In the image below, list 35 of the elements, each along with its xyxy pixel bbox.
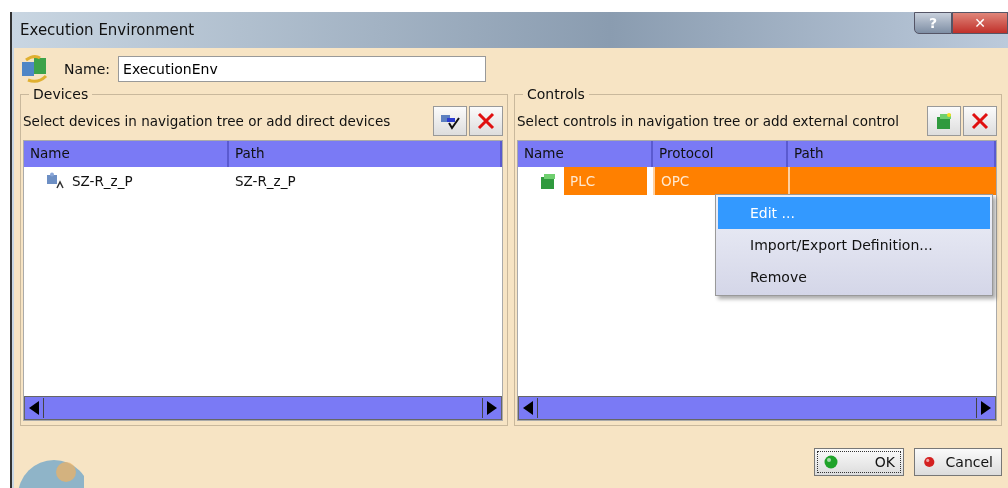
table-cell: SZ-R_z_P: [72, 173, 133, 189]
device-check-icon: [439, 112, 461, 130]
name-field[interactable]: ExecutionEnv: [118, 56, 487, 82]
delete-icon: [476, 112, 496, 130]
cancel-button[interactable]: Cancel: [914, 448, 1002, 476]
table-cell: OPC: [661, 173, 690, 189]
window-title: Execution Environment: [19, 21, 195, 39]
group-title: Devices: [32, 86, 90, 102]
group-title: Controls: [526, 86, 586, 102]
device-icon: [44, 172, 66, 190]
delete-icon: [970, 112, 990, 130]
delete-button[interactable]: [963, 106, 997, 136]
select-devices-button[interactable]: [433, 106, 467, 136]
menu-item[interactable]: Edit ...: [718, 197, 990, 229]
column-header[interactable]: Name: [24, 141, 229, 167]
hint-text: Select devices in navigation tree or add direct devices: [23, 113, 392, 129]
table-cell: PLC: [564, 167, 647, 195]
table-cell: SZ-R_z_P: [235, 173, 296, 189]
ok-button[interactable]: OK: [814, 448, 904, 476]
horizontal-scrollbar[interactable]: [24, 396, 502, 420]
environment-icon: [20, 54, 50, 84]
cancel-status-icon: [923, 454, 936, 470]
close-button[interactable]: ✕: [952, 12, 1008, 34]
menu-item[interactable]: Import/Export Definition...: [718, 229, 990, 261]
control-module-icon: [934, 111, 954, 131]
name-label: Name:: [64, 61, 111, 77]
menu-item[interactable]: Remove: [718, 261, 990, 293]
device-row[interactable]: SZ-R_z_P SZ-R_z_P: [24, 167, 502, 195]
horizontal-scrollbar[interactable]: [518, 396, 996, 420]
delete-button[interactable]: [469, 106, 503, 136]
hint-text: Select controls in navigation tree or add external control: [517, 113, 901, 129]
ok-status-icon: [823, 454, 839, 470]
control-module-icon: [538, 171, 558, 191]
column-header[interactable]: Path: [229, 141, 502, 167]
add-control-button[interactable]: [927, 106, 961, 136]
